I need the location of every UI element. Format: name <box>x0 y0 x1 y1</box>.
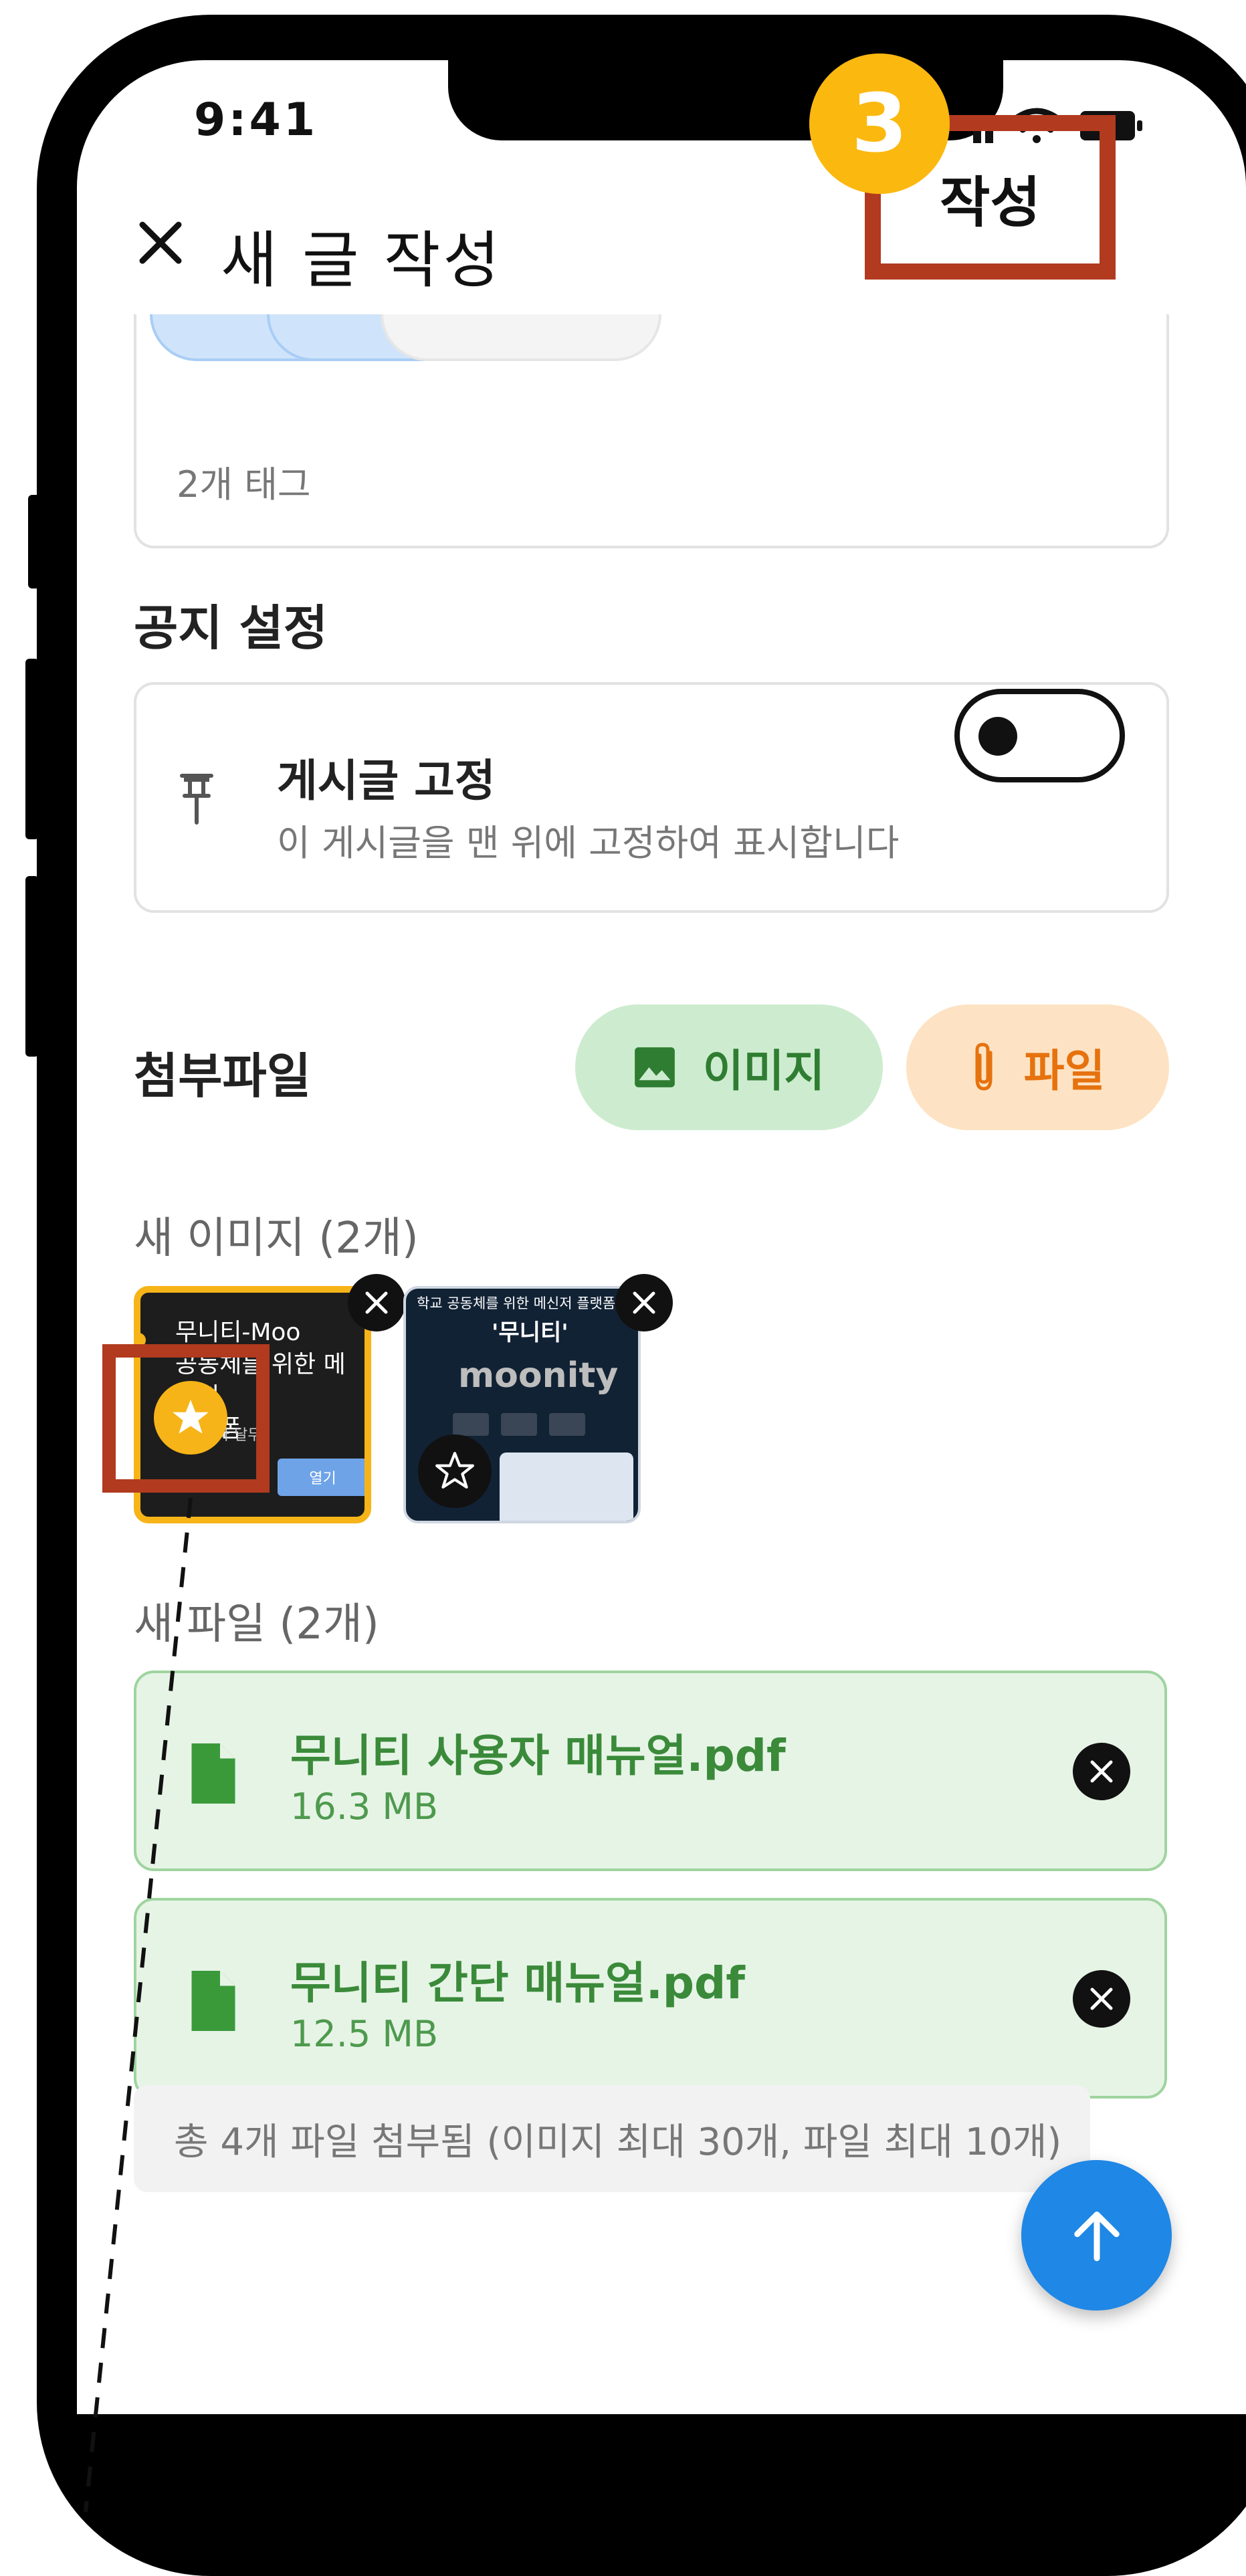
new-files-title: 새 파일 (2개) <box>134 1600 379 1649</box>
pin-description: 이 게시글을 맨 위에 고정하여 표시합니다 <box>277 822 900 864</box>
scroll-to-top-button[interactable] <box>1021 2160 1172 2311</box>
file-name: 무니티 사용자 매뉴얼.pdf <box>290 1730 786 1782</box>
close-icon <box>365 1291 388 1314</box>
file-icon <box>191 1971 235 2031</box>
remove-image-1-button[interactable] <box>348 1274 405 1331</box>
close-icon <box>1090 1988 1113 2010</box>
pin-toggle[interactable] <box>954 689 1125 782</box>
add-file-button[interactable]: 파일 <box>906 1004 1169 1130</box>
tag-count: 2개 태그 <box>177 463 311 506</box>
thumbnail-app-buttons <box>453 1413 593 1436</box>
toggle-knob <box>978 717 1017 756</box>
file-item-2[interactable]: 무니티 간단 매뉴얼.pdf 12.5 MB <box>134 1898 1167 2099</box>
image-icon <box>635 1047 675 1087</box>
thumbnail-open-button: 열기 <box>278 1459 365 1496</box>
set-main-image-button[interactable] <box>154 1381 227 1455</box>
remove-image-2-button[interactable] <box>615 1274 673 1331</box>
file-size: 12.5 MB <box>290 2013 439 2055</box>
page-title: 새 글 작성 <box>221 225 503 296</box>
close-icon[interactable] <box>137 219 184 266</box>
pin-title: 게시글 고정 <box>277 755 496 807</box>
thumbnail-screenshot <box>500 1453 633 1521</box>
tag-chip[interactable] <box>381 314 661 361</box>
tags-card: 2개 태그 <box>134 314 1169 548</box>
remove-file-1-button[interactable] <box>1073 1743 1130 1800</box>
file-icon <box>191 1743 235 1804</box>
remove-file-2-button[interactable] <box>1073 1970 1130 2028</box>
file-name: 무니티 간단 매뉴얼.pdf <box>290 1957 745 2009</box>
phone-screen: 9:41 새 글 작성 2개 태그 공지 설정 게시글 고정 이 게시글을 맨 … <box>77 60 1246 2414</box>
star-outline-icon <box>435 1452 474 1489</box>
star-icon <box>173 1400 209 1434</box>
close-icon <box>1090 1760 1113 1783</box>
status-time: 9:41 <box>194 94 318 146</box>
add-image-button[interactable]: 이미지 <box>575 1004 883 1130</box>
close-icon <box>633 1291 655 1314</box>
set-main-image-2-button[interactable] <box>418 1434 492 1508</box>
new-images-title: 새 이미지 (2개) <box>134 1214 419 1263</box>
thumbnail-caption-title: '무니티' <box>492 1319 568 1346</box>
file-size: 16.3 MB <box>290 1786 439 1828</box>
thumbnail-caption-top: 학교 공동체를 위한 메신저 플랫폼 <box>417 1295 616 1311</box>
arrow-up-icon <box>1073 2211 1120 2261</box>
file-button-label: 파일 <box>1023 1045 1106 1097</box>
step-badge: 3 <box>809 53 950 194</box>
attachment-summary: 총 4개 파일 첨부됨 (이미지 최대 30개, 파일 최대 10개) <box>134 2085 1090 2192</box>
image-button-label: 이미지 <box>702 1045 825 1097</box>
file-item-1[interactable]: 무니티 사용자 매뉴얼.pdf 16.3 MB <box>134 1671 1167 1871</box>
thumbnail-logo: moonity <box>458 1356 619 1396</box>
attachments-section-title: 첨부파일 <box>134 1048 311 1104</box>
notice-section-title: 공지 설정 <box>134 600 328 656</box>
paperclip-icon <box>975 1043 993 1091</box>
pin-icon <box>180 774 213 825</box>
